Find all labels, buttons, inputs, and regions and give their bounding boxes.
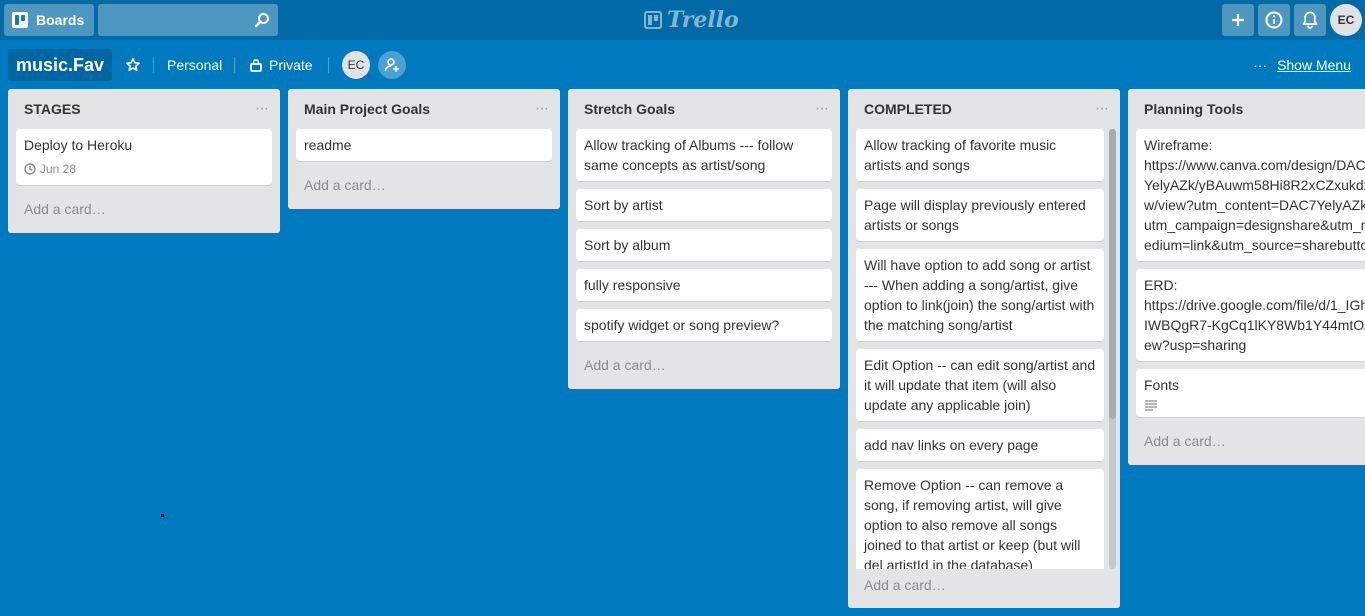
- card[interactable]: fully responsive: [576, 269, 832, 301]
- card[interactable]: Sort by album: [576, 229, 832, 261]
- list-menu-icon[interactable]: ···: [535, 101, 549, 117]
- card-title: Allow tracking of Albums --- follow same…: [584, 137, 794, 173]
- list-title[interactable]: Planning Tools: [1144, 101, 1243, 117]
- notifications-button[interactable]: [1294, 4, 1326, 36]
- list-menu-icon[interactable]: ···: [815, 101, 829, 117]
- boards-button[interactable]: Boards: [4, 4, 94, 36]
- visibility-label: Private: [269, 57, 313, 73]
- card-title: readme: [304, 137, 352, 153]
- card[interactable]: add nav links on every page: [856, 429, 1104, 461]
- list-scrollbar[interactable]: [1109, 129, 1116, 569]
- info-icon: [1265, 11, 1283, 29]
- clock-icon: [24, 163, 36, 175]
- due-date: Jun 28: [40, 162, 77, 176]
- card-title: Allow tracking of favorite music artists…: [864, 137, 1057, 173]
- star-icon: [126, 58, 140, 72]
- list-title[interactable]: Main Project Goals: [304, 101, 430, 117]
- separator: [153, 57, 154, 73]
- list-stages[interactable]: STAGES ··· Deploy to Heroku Jun 28 Add a…: [8, 89, 280, 233]
- list-main-project-goals[interactable]: Main Project Goals ··· readme Add a card…: [288, 89, 560, 209]
- logo-text: Trello: [667, 7, 739, 33]
- user-avatar[interactable]: EC: [1330, 4, 1362, 36]
- list-stretch-goals[interactable]: Stretch Goals ··· Allow tracking of Albu…: [568, 89, 840, 389]
- card[interactable]: Allow tracking of favorite music artists…: [856, 129, 1104, 181]
- card[interactable]: Deploy to Heroku Jun 28: [16, 129, 272, 185]
- add-card-button[interactable]: Add a card…: [576, 349, 832, 381]
- trello-logo-icon: [644, 11, 662, 29]
- add-button[interactable]: [1222, 4, 1254, 36]
- member-avatar[interactable]: EC ︽: [342, 51, 371, 79]
- card[interactable]: Sort by artist: [576, 189, 832, 221]
- card-title: https://www.canva.com/design/DAC7YelyAZk…: [1144, 157, 1365, 253]
- trello-board-icon: [12, 12, 28, 28]
- card[interactable]: Wireframe: https://www.canva.com/design/…: [1136, 129, 1365, 261]
- card[interactable]: readme: [296, 129, 552, 161]
- card[interactable]: Edit Option -- can edit song/artist and …: [856, 349, 1104, 421]
- board-title-text: music.Fav: [16, 54, 105, 75]
- card-title: Page will display previously entered art…: [864, 197, 1086, 233]
- card-title: Edit Option -- can edit song/artist and …: [864, 357, 1096, 413]
- card-title: Will have option to add song or artist -…: [864, 257, 1095, 333]
- card-label: ERD:: [1144, 277, 1178, 293]
- due-date-badge: Jun 28: [24, 159, 264, 179]
- more-dots-icon: ···: [1253, 57, 1268, 73]
- member-initials: EC: [347, 58, 365, 72]
- team-button[interactable]: Personal: [167, 49, 222, 81]
- add-member-icon: [384, 58, 399, 72]
- search-icon[interactable]: [254, 12, 270, 28]
- card[interactable]: ERD: https://drive.google.com/file/d/1_I…: [1136, 269, 1365, 361]
- list-menu-icon[interactable]: ···: [255, 101, 269, 117]
- lock-icon: [250, 59, 262, 72]
- description-badge: [1144, 399, 1357, 411]
- user-initials: EC: [1337, 13, 1355, 27]
- scrollbar-thumb[interactable]: [1109, 129, 1116, 419]
- board-title[interactable]: music.Fav: [8, 49, 113, 81]
- admin-chevron-icon: ︽: [363, 70, 371, 79]
- list-completed[interactable]: COMPLETED ··· Allow tracking of favorite…: [848, 89, 1120, 608]
- list-title[interactable]: STAGES: [24, 101, 81, 117]
- cursor-dot: [161, 514, 164, 517]
- separator: [234, 57, 235, 73]
- card[interactable]: Page will display previously entered art…: [856, 189, 1104, 241]
- card[interactable]: spotify widget or song preview?: [576, 309, 832, 341]
- top-header: Boards Trello EC: [0, 0, 1365, 40]
- description-icon: [1145, 400, 1157, 411]
- card-title: add nav links on every page: [864, 437, 1039, 453]
- add-member-button[interactable]: [378, 51, 406, 79]
- plus-icon: [1232, 14, 1244, 26]
- card-container: Allow tracking of favorite music artists…: [856, 129, 1104, 569]
- card-title: Sort by artist: [584, 197, 663, 213]
- card[interactable]: Fonts: [1136, 369, 1365, 417]
- bell-icon: [1302, 11, 1318, 29]
- card-title: Deploy to Heroku: [24, 137, 133, 153]
- card-title: Fonts: [1144, 377, 1180, 393]
- team-label: Personal: [167, 57, 223, 73]
- boards-label: Boards: [36, 12, 85, 28]
- search-input[interactable]: [98, 4, 278, 36]
- card-title: spotify widget or song preview?: [584, 317, 780, 333]
- show-menu-button[interactable]: ··· Show Menu: [1253, 49, 1351, 81]
- card-title: Sort by album: [584, 237, 671, 253]
- card[interactable]: Allow tracking of Albums --- follow same…: [576, 129, 832, 181]
- list-planning-tools[interactable]: Planning Tools Wireframe: https://www.ca…: [1128, 89, 1365, 465]
- info-button[interactable]: [1258, 4, 1290, 36]
- list-menu-icon[interactable]: ···: [1095, 101, 1109, 117]
- card[interactable]: Remove Option -- can remove a song, if r…: [856, 469, 1104, 569]
- list-title[interactable]: Stretch Goals: [584, 101, 675, 117]
- separator: [328, 57, 329, 73]
- card-title: https://drive.google.com/file/d/1_IGhHIW…: [1144, 297, 1365, 353]
- card-title: Remove Option -- can remove a song, if r…: [864, 477, 1081, 569]
- add-card-button[interactable]: Add a card…: [296, 169, 552, 201]
- card-label: Wireframe:: [1144, 137, 1213, 153]
- add-card-button[interactable]: Add a card…: [856, 569, 1112, 601]
- add-card-button[interactable]: Add a card…: [1136, 425, 1365, 457]
- trello-logo[interactable]: Trello: [644, 6, 739, 34]
- show-menu-label: Show Menu: [1277, 57, 1351, 73]
- card-title: fully responsive: [584, 277, 681, 293]
- add-card-button[interactable]: Add a card…: [16, 193, 272, 225]
- star-button[interactable]: [125, 49, 141, 81]
- card[interactable]: Will have option to add song or artist -…: [856, 249, 1104, 341]
- visibility-button[interactable]: Private: [249, 49, 313, 81]
- list-title[interactable]: COMPLETED: [864, 101, 952, 117]
